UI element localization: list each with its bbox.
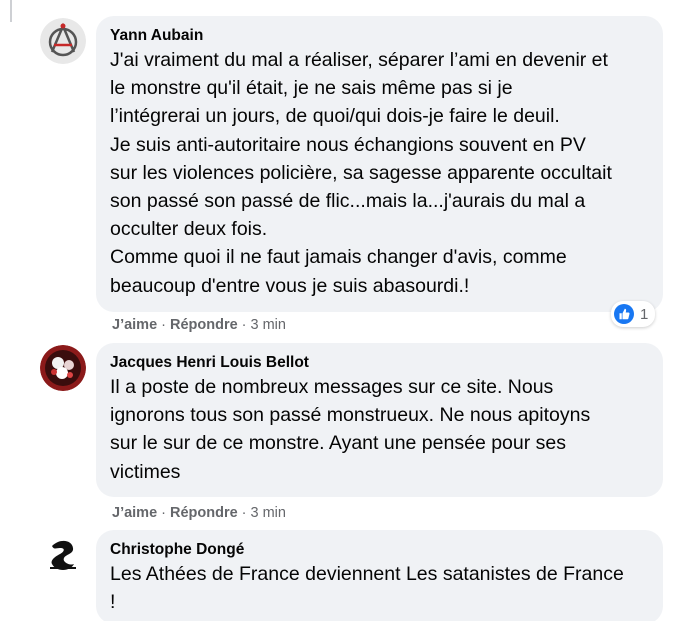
- comment-thread: Yann Aubain J'ai vraiment du mal a réali…: [0, 0, 674, 621]
- reaction-count: 1: [640, 305, 649, 323]
- separator-dot: ·: [161, 317, 166, 333]
- avatar[interactable]: [40, 18, 86, 64]
- thumbs-up-icon: [614, 304, 634, 324]
- ink-logo-avatar: [40, 532, 86, 578]
- like-link[interactable]: J’aime: [112, 317, 157, 333]
- comment-author[interactable]: Yann Aubain: [110, 26, 649, 45]
- like-link[interactable]: J’aime: [112, 505, 157, 521]
- comment-timestamp[interactable]: 3 min: [251, 505, 286, 521]
- flower-photo-avatar: [40, 345, 86, 391]
- comment-bubble: Jacques Henri Louis Bellot Il a poste de…: [96, 343, 663, 497]
- comment-bubble: Yann Aubain J'ai vraiment du mal a réali…: [96, 16, 663, 312]
- comment-actions: J’aime · Répondre · 3 min: [112, 504, 286, 522]
- comment-bubble: Christophe Dongé Les Athées de France de…: [96, 530, 663, 621]
- comment-actions: J’aime · Répondre · 3 min: [112, 316, 286, 334]
- anarchy-atheist-symbol-icon: [40, 18, 86, 64]
- reply-link[interactable]: Répondre: [170, 317, 238, 333]
- comment-timestamp[interactable]: 3 min: [251, 317, 286, 333]
- separator-dot: ·: [161, 505, 166, 521]
- avatar[interactable]: [40, 532, 86, 578]
- separator-dot: ·: [241, 505, 247, 521]
- thread-connector-line: [10, 0, 12, 22]
- comment-text: J'ai vraiment du mal a réaliser, séparer…: [110, 49, 612, 297]
- avatar[interactable]: [40, 345, 86, 391]
- separator-dot: ·: [241, 317, 247, 333]
- comment-author[interactable]: Christophe Dongé: [110, 540, 649, 559]
- reaction-count-badge[interactable]: 1: [611, 301, 656, 327]
- comment-author[interactable]: Jacques Henri Louis Bellot: [110, 353, 649, 372]
- comment-text: Les Athées de France deviennent Les sata…: [110, 563, 624, 614]
- comment-text: Il a poste de nombreux messages sur ce s…: [110, 376, 591, 483]
- reply-link[interactable]: Répondre: [170, 505, 238, 521]
